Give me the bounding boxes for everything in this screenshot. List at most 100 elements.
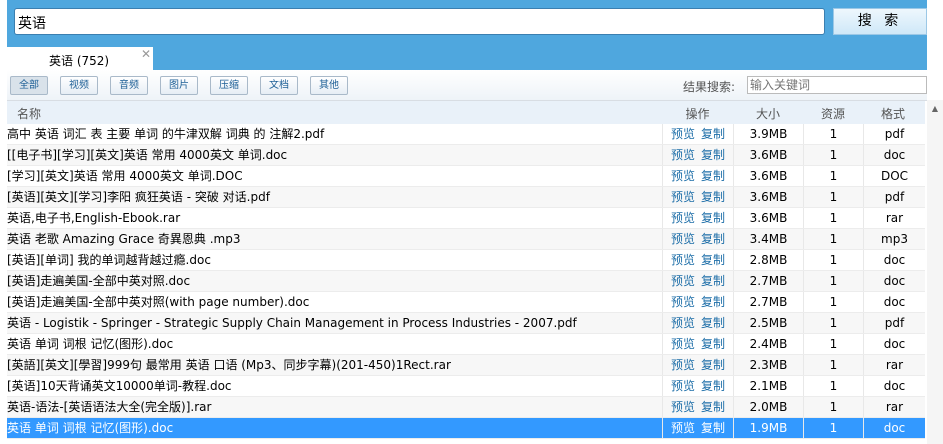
file-name[interactable]: [英语][单词] 我的单词越背越过瘾.doc bbox=[7, 250, 662, 270]
column-ops[interactable]: 操作 bbox=[662, 105, 733, 122]
preview-link[interactable]: 预览 bbox=[671, 190, 695, 204]
filter-other[interactable]: 其他 bbox=[310, 76, 348, 95]
preview-link[interactable]: 预览 bbox=[671, 295, 695, 309]
scroll-up-icon[interactable]: ▲ bbox=[927, 104, 943, 113]
file-name[interactable]: 英语 单词 词根 记忆(图形).doc bbox=[7, 334, 662, 354]
file-name[interactable]: 高中 英语 词汇 表 主要 单词 的牛津双解 词典 的 注解2.pdf bbox=[7, 124, 662, 144]
column-name[interactable]: 名称 bbox=[17, 105, 41, 122]
file-name[interactable]: [[电子书][学习][英文]英语 常用 4000英文 单词.doc bbox=[7, 145, 662, 165]
table-row[interactable]: [英语]走遍美国-全部中英对照.doc 预览 复制 2.7MB 1 doc bbox=[7, 271, 925, 292]
file-format: pdf bbox=[863, 187, 925, 207]
column-source[interactable]: 资源 bbox=[803, 105, 863, 122]
file-name[interactable]: [英语]10天背诵英文10000单词-教程.doc bbox=[7, 376, 662, 396]
file-name[interactable]: [英语]走遍美国-全部中英对照.doc bbox=[7, 271, 662, 291]
table-row[interactable]: [学习][英文]英语 常用 4000英文 单词.DOC 预览 复制 3.6MB 1… bbox=[7, 166, 925, 187]
file-name[interactable]: 英语,电子书,English-Ebook.rar bbox=[7, 208, 662, 228]
table-row[interactable]: 高中 英语 词汇 表 主要 单词 的牛津双解 词典 的 注解2.pdf 预览 复制… bbox=[7, 124, 925, 145]
copy-link[interactable]: 复制 bbox=[701, 232, 725, 246]
column-format[interactable]: 格式 bbox=[863, 105, 923, 122]
file-format: mp3 bbox=[863, 229, 925, 249]
source-count: 1 bbox=[803, 397, 863, 417]
copy-link[interactable]: 复制 bbox=[701, 337, 725, 351]
preview-link[interactable]: 预览 bbox=[671, 148, 695, 162]
table-row[interactable]: [英語][英文][學習]999句 最常用 英语 口语 (Mp3、同步字幕)(20… bbox=[7, 355, 925, 376]
copy-link[interactable]: 复制 bbox=[701, 379, 725, 393]
column-size[interactable]: 大小 bbox=[733, 105, 803, 122]
file-size: 3.6MB bbox=[733, 145, 803, 165]
filter-audio[interactable]: 音频 bbox=[110, 76, 148, 95]
preview-link[interactable]: 预览 bbox=[671, 400, 695, 414]
file-format: doc bbox=[863, 418, 925, 438]
copy-link[interactable]: 复制 bbox=[701, 148, 725, 162]
table-row[interactable]: [英语]走遍美国-全部中英对照(with page number).doc 预览… bbox=[7, 292, 925, 313]
result-search-input[interactable] bbox=[747, 76, 927, 94]
table-row[interactable]: [英语]10天背诵英文10000单词-教程.doc 预览 复制 2.1MB 1 d… bbox=[7, 376, 925, 397]
preview-link[interactable]: 预览 bbox=[671, 274, 695, 288]
file-name[interactable]: [学习][英文]英语 常用 4000英文 单词.DOC bbox=[7, 166, 662, 186]
preview-link[interactable]: 预览 bbox=[671, 127, 695, 141]
file-format: doc bbox=[863, 271, 925, 291]
table-row[interactable]: 英语 老歌 Amazing Grace 奇異恩典 .mp3 预览 复制 3.4MB… bbox=[7, 229, 925, 250]
filter-archive[interactable]: 压缩 bbox=[210, 76, 248, 95]
copy-link[interactable]: 复制 bbox=[701, 127, 725, 141]
file-format: pdf bbox=[863, 124, 925, 144]
table-row[interactable]: 英语 单词 词根 记忆(图形).doc 预览 复制 2.4MB 1 doc bbox=[7, 334, 925, 355]
copy-link[interactable]: 复制 bbox=[701, 274, 725, 288]
filter-image[interactable]: 图片 bbox=[160, 76, 198, 95]
copy-link[interactable]: 复制 bbox=[701, 190, 725, 204]
file-name[interactable]: [英語][英文][學習]999句 最常用 英语 口语 (Mp3、同步字幕)(20… bbox=[7, 355, 662, 375]
row-actions: 预览 复制 bbox=[662, 124, 733, 144]
file-name[interactable]: [英语]走遍美国-全部中英对照(with page number).doc bbox=[7, 292, 662, 312]
row-actions: 预览 复制 bbox=[662, 292, 733, 312]
copy-link[interactable]: 复制 bbox=[701, 400, 725, 414]
preview-link[interactable]: 预览 bbox=[671, 358, 695, 372]
table-row[interactable]: 英语 单词 词根 记忆(图形).doc 预览 复制 1.9MB 1 doc bbox=[7, 418, 925, 439]
copy-link[interactable]: 复制 bbox=[701, 295, 725, 309]
filter-document[interactable]: 文档 bbox=[260, 76, 298, 95]
preview-link[interactable]: 预览 bbox=[671, 316, 695, 330]
preview-link[interactable]: 预览 bbox=[671, 337, 695, 351]
table-row[interactable]: [[电子书][学习][英文]英语 常用 4000英文 单词.doc 预览 复制 3… bbox=[7, 145, 925, 166]
row-actions: 预览 复制 bbox=[662, 271, 733, 291]
file-name[interactable]: 英语 老歌 Amazing Grace 奇異恩典 .mp3 bbox=[7, 229, 662, 249]
file-size: 2.4MB bbox=[733, 334, 803, 354]
preview-link[interactable]: 预览 bbox=[671, 421, 695, 435]
table-row[interactable]: 英语 - Logistik - Springer - Strategic Sup… bbox=[7, 313, 925, 334]
copy-link[interactable]: 复制 bbox=[701, 169, 725, 183]
copy-link[interactable]: 复制 bbox=[701, 358, 725, 372]
copy-link[interactable]: 复制 bbox=[701, 253, 725, 267]
preview-link[interactable]: 预览 bbox=[671, 211, 695, 225]
file-size: 2.0MB bbox=[733, 397, 803, 417]
preview-link[interactable]: 预览 bbox=[671, 169, 695, 183]
file-name[interactable]: [英语][英文][学习]李阳 疯狂英语 - 突破 对话.pdf bbox=[7, 187, 662, 207]
filter-all[interactable]: 全部 bbox=[10, 76, 48, 95]
preview-link[interactable]: 预览 bbox=[671, 253, 695, 267]
file-size: 3.9MB bbox=[733, 124, 803, 144]
filter-video[interactable]: 视频 bbox=[60, 76, 98, 95]
file-name[interactable]: 英语-语法-[英语语法大全(完全版)].rar bbox=[7, 397, 662, 417]
row-actions: 预览 复制 bbox=[662, 313, 733, 333]
preview-link[interactable]: 预览 bbox=[671, 379, 695, 393]
close-icon[interactable]: ✕ bbox=[141, 47, 151, 61]
copy-link[interactable]: 复制 bbox=[701, 316, 725, 330]
file-format: doc bbox=[863, 334, 925, 354]
search-button[interactable]: 搜 索 bbox=[833, 8, 927, 35]
file-name[interactable]: 英语 单词 词根 记忆(图形).doc bbox=[7, 418, 662, 438]
row-actions: 预览 复制 bbox=[662, 376, 733, 396]
copy-link[interactable]: 复制 bbox=[701, 421, 725, 435]
table-row[interactable]: [英语][英文][学习]李阳 疯狂英语 - 突破 对话.pdf 预览 复制 3.6… bbox=[7, 187, 925, 208]
source-count: 1 bbox=[803, 355, 863, 375]
source-count: 1 bbox=[803, 376, 863, 396]
file-size: 2.5MB bbox=[733, 313, 803, 333]
preview-link[interactable]: 预览 bbox=[671, 232, 695, 246]
scrollbar[interactable]: ▲ bbox=[927, 100, 943, 444]
table-row[interactable]: [英语][单词] 我的单词越背越过瘾.doc 预览 复制 2.8MB 1 doc bbox=[7, 250, 925, 271]
table-row[interactable]: 英语-语法-[英语语法大全(完全版)].rar 预览 复制 2.0MB 1 rar bbox=[7, 397, 925, 418]
file-format: rar bbox=[863, 397, 925, 417]
tab-search-results[interactable]: 英语 (752) ✕ bbox=[7, 47, 153, 70]
search-input[interactable]: 英语 bbox=[14, 8, 825, 35]
table-row[interactable]: 英语,电子书,English-Ebook.rar 预览 复制 3.6MB 1 ra… bbox=[7, 208, 925, 229]
file-name[interactable]: 英语 - Logistik - Springer - Strategic Sup… bbox=[7, 313, 662, 333]
file-format: doc bbox=[863, 145, 925, 165]
copy-link[interactable]: 复制 bbox=[701, 211, 725, 225]
